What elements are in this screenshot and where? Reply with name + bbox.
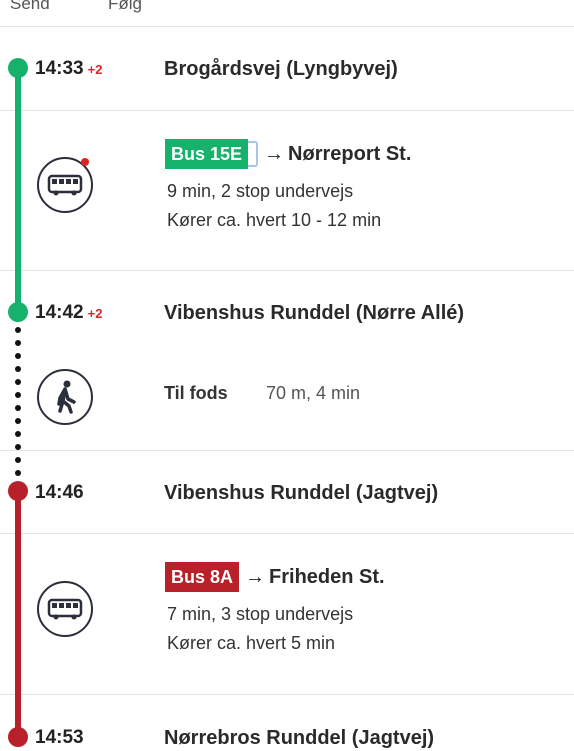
stop-time-value: 14:33 xyxy=(35,58,84,79)
walk-icon xyxy=(37,369,93,425)
live-indicator-dot xyxy=(81,158,89,166)
route-line-bus-15e xyxy=(15,68,21,314)
leg-frequency: Kører ca. hvert 5 min xyxy=(167,633,336,653)
divider xyxy=(0,533,574,534)
route-badge[interactable]: Bus 8A xyxy=(165,562,240,592)
walk-detail: 70 m, 4 min xyxy=(266,383,361,403)
leg-route-row[interactable]: Bus 15E → Nørreport St. xyxy=(165,138,411,170)
arrow-right-icon: → xyxy=(264,142,285,165)
stop-name[interactable]: Brogårdsvej (Lyngbyvej) xyxy=(164,58,398,81)
stop-time: 14:46 xyxy=(35,482,84,504)
divider xyxy=(0,450,574,451)
bus-icon xyxy=(37,581,93,637)
stop-dot xyxy=(8,481,28,501)
divider xyxy=(0,694,574,695)
stop-dot xyxy=(8,302,28,322)
stop-time-value: 14:42 xyxy=(35,302,84,323)
stop-time-value: 14:46 xyxy=(35,482,84,503)
route-line-bus-8a xyxy=(15,491,21,737)
route-badge-outline xyxy=(248,141,259,167)
send-button[interactable]: Send xyxy=(10,0,50,14)
delay-badge: +2 xyxy=(87,306,103,321)
leg-frequency: Kører ca. hvert 10 - 12 min xyxy=(167,210,382,230)
divider xyxy=(0,270,574,271)
stop-name[interactable]: Nørrebros Runddel (Jagtvej) xyxy=(164,727,434,750)
leg-duration-stops[interactable]: 9 min, 2 stop undervejs xyxy=(167,181,353,202)
destination: Nørreport St. xyxy=(288,142,412,165)
stop-time: 14:53 xyxy=(35,727,84,749)
stop-time-value: 14:53 xyxy=(35,727,84,748)
stop-name[interactable]: Vibenshus Runddel (Jagtvej) xyxy=(164,482,438,505)
stop-time: 14:33 +2 xyxy=(35,58,102,80)
divider xyxy=(0,110,574,111)
stop-name[interactable]: Vibenshus Runddel (Nørre Allé) xyxy=(164,302,464,325)
leg-route-row[interactable]: Bus 8A → Friheden St. xyxy=(165,561,385,593)
top-actions-bar: Send Følg xyxy=(0,0,574,27)
destination: Friheden St. xyxy=(269,565,385,588)
route-badge[interactable]: Bus 15E xyxy=(165,139,249,169)
leg-duration-stops[interactable]: 7 min, 3 stop undervejs xyxy=(167,604,353,625)
stop-dot xyxy=(8,58,28,78)
stop-time: 14:42 +2 xyxy=(35,302,102,324)
arrow-right-icon: → xyxy=(245,565,266,588)
stop-dot xyxy=(8,727,28,747)
walk-label: Til fods xyxy=(164,383,228,403)
delay-badge: +2 xyxy=(87,62,103,77)
follow-button[interactable]: Følg xyxy=(108,0,142,14)
